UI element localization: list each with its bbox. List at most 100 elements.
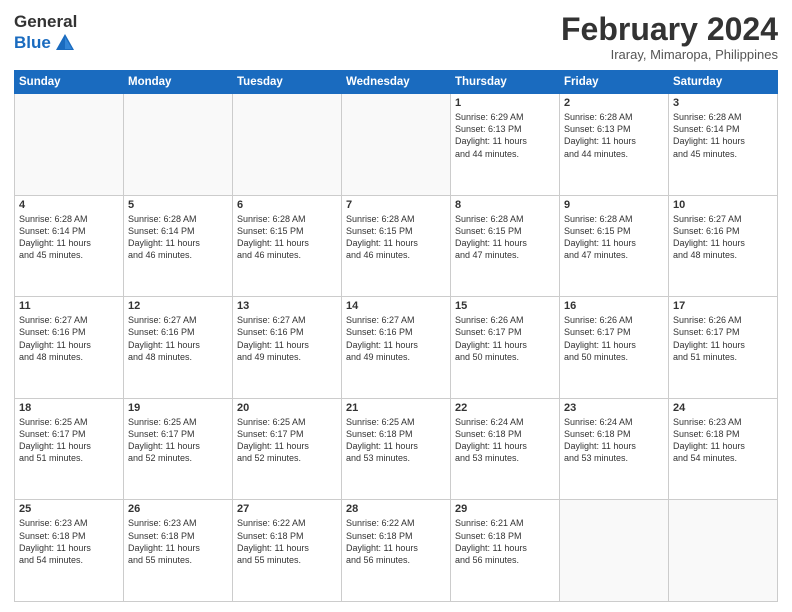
calendar-cell: 7 Sunrise: 6:28 AM Sunset: 6:15 PM Daylig… (342, 195, 451, 297)
day-number: 15 (455, 300, 555, 312)
calendar-week-row: 4 Sunrise: 6:28 AM Sunset: 6:14 PM Daylig… (15, 195, 778, 297)
calendar-cell (669, 500, 778, 602)
calendar-cell: 22 Sunrise: 6:24 AM Sunset: 6:18 PM Dayli… (451, 398, 560, 500)
logo: General Blue (14, 12, 77, 54)
calendar-cell: 11 Sunrise: 6:27 AM Sunset: 6:16 PM Dayli… (15, 297, 124, 399)
calendar-cell: 6Sunrise: 6:28 AM Sunset: 6:15 PM Daylig… (233, 195, 342, 297)
day-info: Sunrise: 6:25 AM Sunset: 6:17 PM Dayligh… (237, 416, 337, 465)
day-number: 19 (128, 402, 228, 414)
calendar-cell: 8 Sunrise: 6:28 AM Sunset: 6:15 PM Daylig… (451, 195, 560, 297)
day-info: Sunrise: 6:24 AM Sunset: 6:18 PM Dayligh… (564, 416, 664, 465)
calendar-cell: 23 Sunrise: 6:24 AM Sunset: 6:18 PM Dayli… (560, 398, 669, 500)
calendar-cell: 9 Sunrise: 6:28 AM Sunset: 6:15 PM Daylig… (560, 195, 669, 297)
day-number: 6 (237, 199, 337, 211)
day-number: 23 (564, 402, 664, 414)
calendar-cell (342, 94, 451, 196)
calendar-cell: 12 Sunrise: 6:27 AM Sunset: 6:16 PM Dayli… (124, 297, 233, 399)
logo-icon (54, 32, 76, 54)
calendar-table: SundayMondayTuesdayWednesdayThursdayFrid… (14, 70, 778, 602)
day-number: 27 (237, 503, 337, 515)
day-info: Sunrise: 6:28 AM Sunset: 6:14 PM Dayligh… (19, 213, 119, 262)
day-info: Sunrise: 6:27 AM Sunset: 6:16 PM Dayligh… (19, 314, 119, 363)
day-number: 8 (455, 199, 555, 211)
day-info: Sunrise: 6:21 AM Sunset: 6:18 PM Dayligh… (455, 517, 555, 566)
day-number: 4 (19, 199, 119, 211)
page: General Blue February 2024 Iraray, Mimar… (0, 0, 792, 612)
day-info: Sunrise: 6:27 AM Sunset: 6:16 PM Dayligh… (237, 314, 337, 363)
day-info: Sunrise: 6:28 AM Sunset: 6:14 PM Dayligh… (673, 111, 773, 160)
main-title: February 2024 (561, 12, 778, 47)
logo-general: General (14, 12, 77, 32)
calendar-cell: 14Sunrise: 6:27 AM Sunset: 6:16 PM Dayli… (342, 297, 451, 399)
day-info: Sunrise: 6:25 AM Sunset: 6:17 PM Dayligh… (19, 416, 119, 465)
day-info: Sunrise: 6:25 AM Sunset: 6:18 PM Dayligh… (346, 416, 446, 465)
calendar-cell: 27 Sunrise: 6:22 AM Sunset: 6:18 PM Dayli… (233, 500, 342, 602)
weekday-header: Friday (560, 71, 669, 94)
calendar-cell: 21 Sunrise: 6:25 AM Sunset: 6:18 PM Dayli… (342, 398, 451, 500)
calendar-cell: 5 Sunrise: 6:28 AM Sunset: 6:14 PM Daylig… (124, 195, 233, 297)
calendar-cell: 24 Sunrise: 6:23 AM Sunset: 6:18 PM Dayli… (669, 398, 778, 500)
calendar-cell: 13 Sunrise: 6:27 AM Sunset: 6:16 PM Dayli… (233, 297, 342, 399)
calendar-week-row: 11 Sunrise: 6:27 AM Sunset: 6:16 PM Dayli… (15, 297, 778, 399)
calendar-cell: 25 Sunrise: 6:23 AM Sunset: 6:18 PM Dayli… (15, 500, 124, 602)
subtitle: Iraray, Mimaropa, Philippines (561, 47, 778, 62)
calendar-cell: 1 Sunrise: 6:29 AM Sunset: 6:13 PM Daylig… (451, 94, 560, 196)
weekday-header: Saturday (669, 71, 778, 94)
day-number: 24 (673, 402, 773, 414)
day-info: Sunrise: 6:22 AM Sunset: 6:18 PM Dayligh… (346, 517, 446, 566)
day-info: Sunrise: 6:23 AM Sunset: 6:18 PM Dayligh… (673, 416, 773, 465)
day-info: Sunrise: 6:28 AM Sunset: 6:15 PM Dayligh… (346, 213, 446, 262)
calendar-cell (233, 94, 342, 196)
day-number: 7 (346, 199, 446, 211)
calendar-cell: 10Sunrise: 6:27 AM Sunset: 6:16 PM Dayli… (669, 195, 778, 297)
day-info: Sunrise: 6:24 AM Sunset: 6:18 PM Dayligh… (455, 416, 555, 465)
calendar-cell: 16Sunrise: 6:26 AM Sunset: 6:17 PM Dayli… (560, 297, 669, 399)
day-number: 14 (346, 300, 446, 312)
day-info: Sunrise: 6:28 AM Sunset: 6:14 PM Dayligh… (128, 213, 228, 262)
calendar-cell (560, 500, 669, 602)
day-number: 10 (673, 199, 773, 211)
calendar-cell: 2Sunrise: 6:28 AM Sunset: 6:13 PM Daylig… (560, 94, 669, 196)
day-info: Sunrise: 6:27 AM Sunset: 6:16 PM Dayligh… (128, 314, 228, 363)
calendar-cell (124, 94, 233, 196)
weekday-header: Monday (124, 71, 233, 94)
calendar-cell: 15Sunrise: 6:26 AM Sunset: 6:17 PM Dayli… (451, 297, 560, 399)
day-number: 22 (455, 402, 555, 414)
day-number: 26 (128, 503, 228, 515)
day-info: Sunrise: 6:28 AM Sunset: 6:15 PM Dayligh… (564, 213, 664, 262)
day-number: 5 (128, 199, 228, 211)
calendar-cell: 18Sunrise: 6:25 AM Sunset: 6:17 PM Dayli… (15, 398, 124, 500)
calendar-cell: 20Sunrise: 6:25 AM Sunset: 6:17 PM Dayli… (233, 398, 342, 500)
day-number: 13 (237, 300, 337, 312)
calendar-cell: 28 Sunrise: 6:22 AM Sunset: 6:18 PM Dayli… (342, 500, 451, 602)
calendar-week-row: 25 Sunrise: 6:23 AM Sunset: 6:18 PM Dayli… (15, 500, 778, 602)
day-info: Sunrise: 6:26 AM Sunset: 6:17 PM Dayligh… (673, 314, 773, 363)
day-number: 9 (564, 199, 664, 211)
day-number: 1 (455, 97, 555, 109)
day-info: Sunrise: 6:25 AM Sunset: 6:17 PM Dayligh… (128, 416, 228, 465)
day-number: 28 (346, 503, 446, 515)
day-info: Sunrise: 6:29 AM Sunset: 6:13 PM Dayligh… (455, 111, 555, 160)
day-number: 17 (673, 300, 773, 312)
calendar-cell: 4 Sunrise: 6:28 AM Sunset: 6:14 PM Daylig… (15, 195, 124, 297)
day-info: Sunrise: 6:28 AM Sunset: 6:13 PM Dayligh… (564, 111, 664, 160)
calendar-cell: 29Sunrise: 6:21 AM Sunset: 6:18 PM Dayli… (451, 500, 560, 602)
day-info: Sunrise: 6:23 AM Sunset: 6:18 PM Dayligh… (19, 517, 119, 566)
day-number: 12 (128, 300, 228, 312)
day-number: 11 (19, 300, 119, 312)
calendar-cell: 17 Sunrise: 6:26 AM Sunset: 6:17 PM Dayli… (669, 297, 778, 399)
day-info: Sunrise: 6:28 AM Sunset: 6:15 PM Dayligh… (455, 213, 555, 262)
title-block: February 2024 Iraray, Mimaropa, Philippi… (561, 12, 778, 62)
calendar-week-row: 18Sunrise: 6:25 AM Sunset: 6:17 PM Dayli… (15, 398, 778, 500)
calendar-cell: 3Sunrise: 6:28 AM Sunset: 6:14 PM Daylig… (669, 94, 778, 196)
day-info: Sunrise: 6:26 AM Sunset: 6:17 PM Dayligh… (564, 314, 664, 363)
calendar-header-row: SundayMondayTuesdayWednesdayThursdayFrid… (15, 71, 778, 94)
weekday-header: Wednesday (342, 71, 451, 94)
day-number: 25 (19, 503, 119, 515)
calendar-cell: 19 Sunrise: 6:25 AM Sunset: 6:17 PM Dayli… (124, 398, 233, 500)
calendar-cell: 26Sunrise: 6:23 AM Sunset: 6:18 PM Dayli… (124, 500, 233, 602)
weekday-header: Tuesday (233, 71, 342, 94)
day-info: Sunrise: 6:22 AM Sunset: 6:18 PM Dayligh… (237, 517, 337, 566)
weekday-header: Sunday (15, 71, 124, 94)
day-number: 21 (346, 402, 446, 414)
